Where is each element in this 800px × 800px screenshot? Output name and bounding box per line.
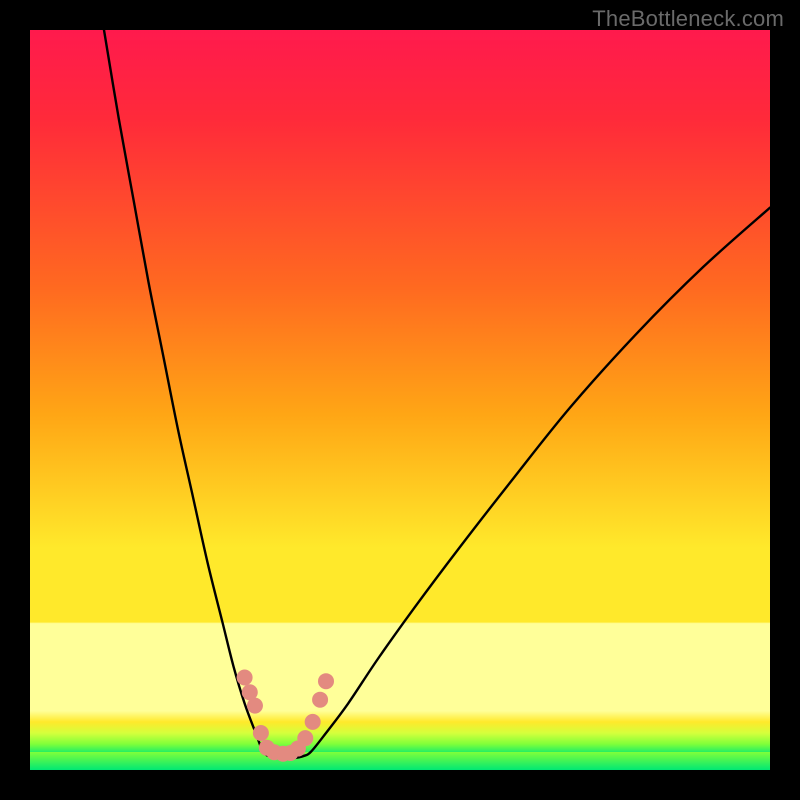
bottleneck-curve <box>30 30 770 770</box>
marker-dot <box>318 673 334 689</box>
marker-dot <box>297 730 313 746</box>
marker-dot <box>237 670 253 686</box>
marker-dot <box>312 692 328 708</box>
chart-viewport: TheBottleneck.com <box>0 0 800 800</box>
marker-dot <box>247 698 263 714</box>
marker-dot <box>253 725 269 741</box>
curve-path <box>104 30 770 758</box>
watermark-text: TheBottleneck.com <box>592 6 784 32</box>
plot-area <box>30 30 770 770</box>
marker-dot <box>305 714 321 730</box>
